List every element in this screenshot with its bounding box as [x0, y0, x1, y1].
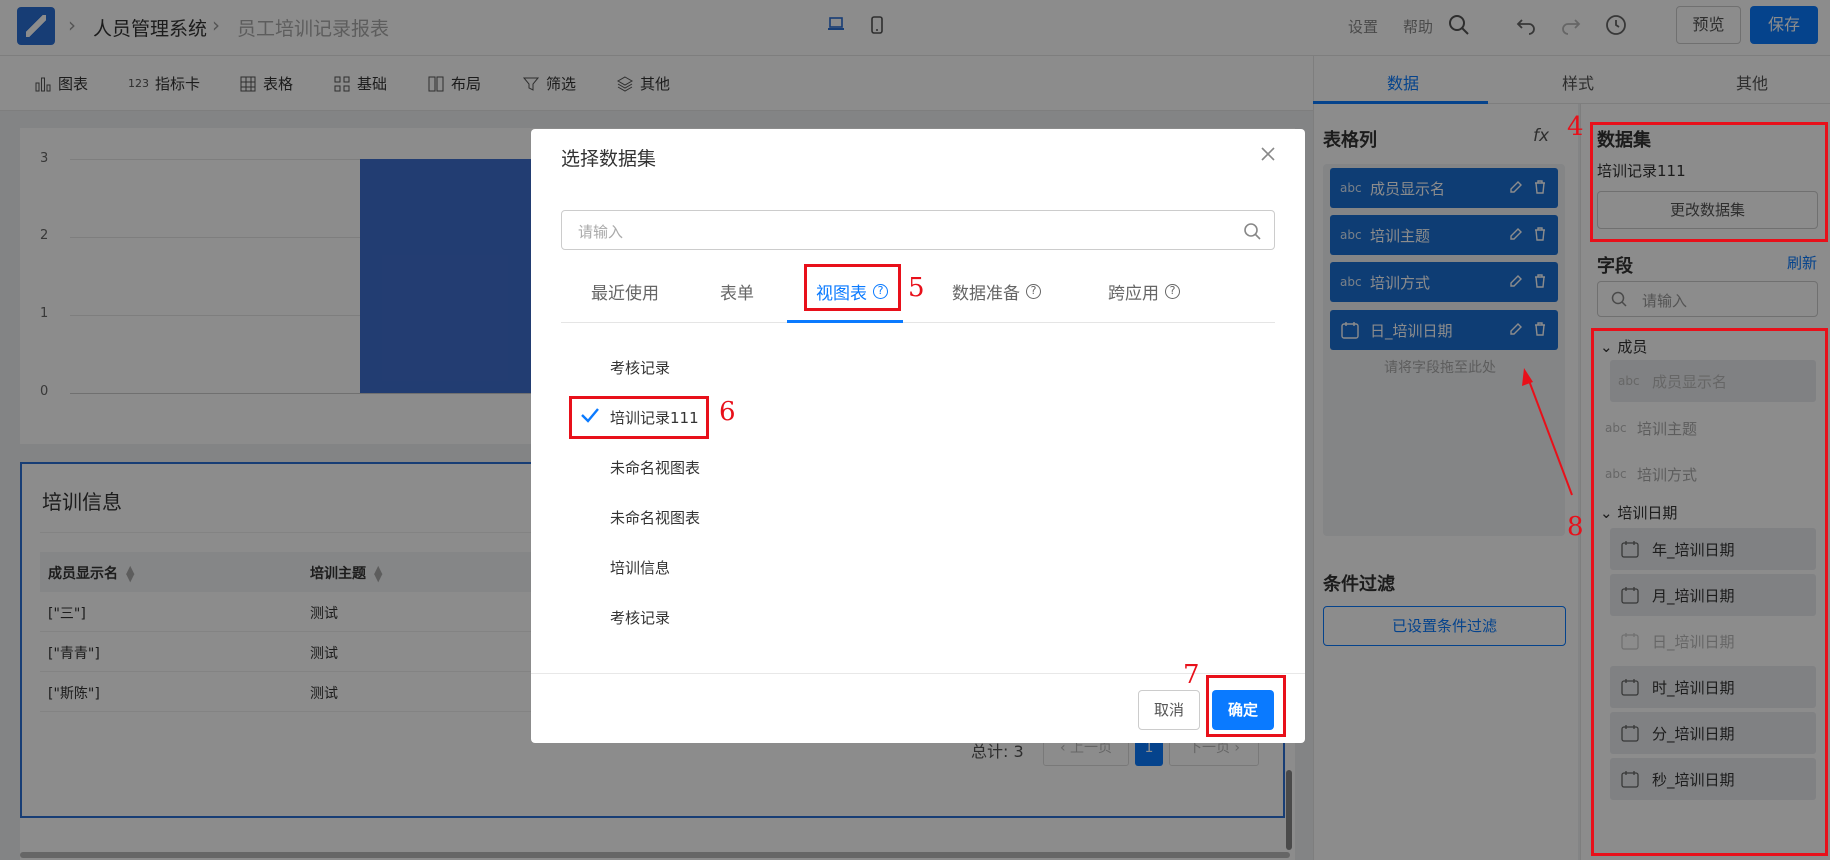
- annotation-arrow: [1522, 368, 1573, 496]
- dataset-option[interactable]: 未命名视图表: [610, 507, 700, 528]
- annotation-number: 5: [908, 273, 925, 303]
- annotation-number: 4: [1567, 112, 1584, 142]
- tabs-divider: [561, 322, 1275, 323]
- dataset-option[interactable]: 未命名视图表: [610, 457, 700, 478]
- annotation-box-view-tab: [804, 264, 901, 311]
- annotation-number: 6: [719, 397, 736, 427]
- tab-form[interactable]: 表单: [720, 279, 754, 304]
- dataset-search-input[interactable]: 请输入: [561, 210, 1275, 250]
- close-icon[interactable]: [1259, 145, 1277, 163]
- annotation-box-confirm: [1206, 675, 1286, 737]
- annotation-box-fields: [1591, 328, 1828, 856]
- dataset-option[interactable]: 培训信息: [610, 557, 670, 578]
- help-question-icon[interactable]: ?: [1165, 284, 1180, 299]
- search-icon: [1244, 223, 1261, 240]
- cancel-button[interactable]: 取消: [1138, 690, 1200, 730]
- tab-recent[interactable]: 最近使用: [591, 279, 659, 304]
- dataset-option[interactable]: 考核记录: [610, 357, 670, 378]
- annotation-box-selected-item: [569, 396, 709, 439]
- tab-cross-app[interactable]: 跨应用?: [1108, 279, 1180, 304]
- dialog-title: 选择数据集: [561, 148, 657, 170]
- active-tab-indicator: [787, 320, 903, 323]
- dataset-option[interactable]: 考核记录: [610, 607, 670, 628]
- annotation-number: 7: [1183, 660, 1200, 690]
- help-question-icon[interactable]: ?: [1026, 284, 1041, 299]
- tab-data-prep[interactable]: 数据准备?: [952, 279, 1041, 304]
- annotation-box-dataset: [1590, 122, 1828, 242]
- annotation-number: 8: [1567, 512, 1584, 542]
